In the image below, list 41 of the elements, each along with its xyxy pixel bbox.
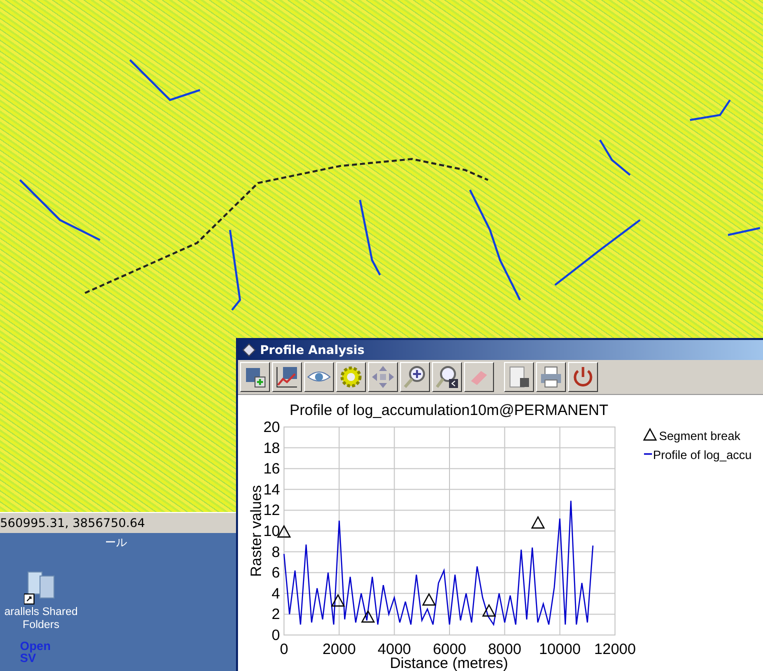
x-tick-label: 4000 — [378, 641, 412, 658]
y-tick-label: 12 — [263, 502, 280, 520]
y-tick-label: 18 — [263, 440, 280, 457]
pan-arrows-icon[interactable] — [368, 362, 398, 392]
icon-label: ール — [105, 535, 128, 550]
y-tick-label: 10 — [263, 523, 280, 540]
line-chart-icon[interactable] — [272, 362, 302, 392]
print-icon[interactable] — [536, 362, 566, 392]
x-tick-label: 6000 — [432, 641, 466, 658]
x-tick-label: 2000 — [322, 641, 356, 658]
zoom-back-icon[interactable] — [432, 362, 462, 392]
y-tick-label: 8 — [272, 544, 280, 561]
icon-label[interactable]: arallels Shared Folders — [0, 606, 82, 632]
chart-title: Profile of log_accumulation10m@PERMANENT — [290, 402, 608, 419]
coordinates-text: 560995.31, 3856750.64 — [0, 516, 146, 530]
legend-label: Segment break — [659, 429, 740, 443]
legend-label: Profile of log_accu — [653, 448, 752, 462]
y-tick-label: 4 — [272, 585, 280, 602]
window-title: Profile Analysis — [260, 343, 365, 357]
add-raster-icon[interactable] — [240, 362, 270, 392]
x-tick-label: 12000 — [594, 641, 636, 658]
legend-line-icon — [644, 453, 652, 455]
y-tick-label: 0 — [272, 627, 280, 644]
page-icon[interactable] — [504, 362, 534, 392]
app-icon — [242, 343, 256, 357]
eraser-icon[interactable] — [464, 362, 494, 392]
x-tick-label: 10000 — [538, 641, 581, 658]
settings-icon[interactable] — [336, 362, 366, 392]
y-tick-label: 2 — [272, 606, 280, 624]
power-icon[interactable] — [568, 362, 598, 392]
y-tick-label: 14 — [263, 481, 280, 498]
legend-triangle-icon — [642, 428, 658, 441]
y-tick-label: 20 — [263, 419, 280, 436]
x-tick-label: 0 — [280, 641, 288, 658]
y-tick-label: 16 — [263, 460, 280, 478]
x-axis-title: Distance (metres) — [390, 655, 508, 671]
eye-icon[interactable] — [304, 362, 334, 392]
y-tick-label: 6 — [272, 564, 280, 582]
y-axis-title: Raster values — [248, 485, 265, 577]
x-tick-label: 8000 — [488, 641, 522, 658]
zoom-in-icon[interactable] — [400, 362, 430, 392]
